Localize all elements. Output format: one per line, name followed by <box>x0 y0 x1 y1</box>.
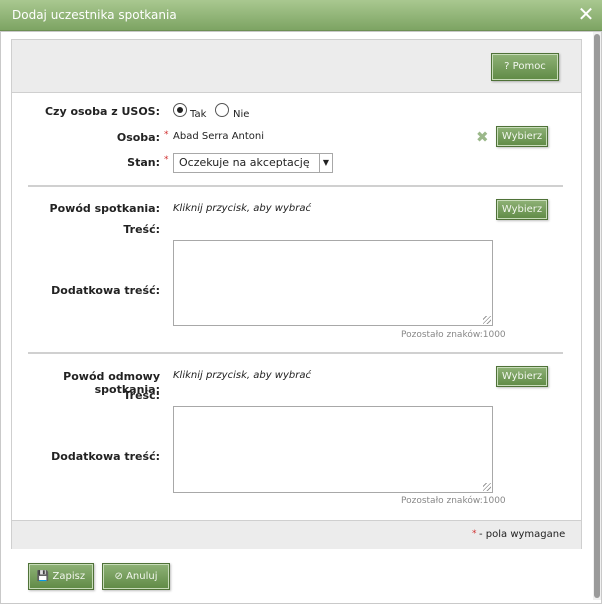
help-button[interactable]: ? Pomoc <box>491 53 559 81</box>
reason-hint: Kliknij przycisk, aby wybrać <box>173 203 311 214</box>
cancel-icon: ⊘ <box>114 571 123 582</box>
state-label: Stan: <box>127 156 160 169</box>
clear-person-icon[interactable]: ✖ <box>476 130 489 145</box>
close-icon[interactable]: ✕ <box>576 4 596 24</box>
state-select-value: Oczekuje na akceptację <box>179 156 310 169</box>
resize-grip-icon[interactable] <box>483 483 491 491</box>
save-icon: 💾 <box>36 571 50 582</box>
choose-reason-button[interactable]: Wybierz <box>496 199 548 220</box>
dialog-scrollbar[interactable] <box>593 32 601 600</box>
cancel-button-label: Anuluj <box>126 571 158 582</box>
required-note-bar: * - pola wymagane <box>12 520 581 549</box>
save-button-label: Zapisz <box>52 571 86 582</box>
reason-extra-label: Dodatkowa treść: <box>51 284 160 297</box>
resize-grip-icon[interactable] <box>483 316 491 324</box>
section-divider-2 <box>28 352 563 354</box>
choose-reason-label: Wybierz <box>501 204 543 215</box>
reason-extra-textarea[interactable] <box>173 240 493 326</box>
cancel-button[interactable]: ⊘ Anuluj <box>102 563 170 590</box>
person-value: Abad Serra Antoni <box>173 131 265 142</box>
choose-person-label: Wybierz <box>501 131 543 142</box>
person-label: Osoba: <box>116 131 160 144</box>
section-divider-1 <box>28 185 563 187</box>
usos-yes-label: Tak <box>190 109 207 120</box>
usos-no-radio[interactable] <box>215 103 229 117</box>
usos-label: Czy osoba z USOS: <box>44 105 160 118</box>
reason-char-counter: Pozostało znaków:1000 <box>401 330 506 340</box>
state-required: * <box>164 155 169 165</box>
dialog-title: Dodaj uczestnika spotkania <box>12 8 177 22</box>
choose-refusal-label: Wybierz <box>501 371 543 382</box>
refusal-content-label: Treść: <box>123 389 160 402</box>
save-button[interactable]: 💾 Zapisz <box>28 563 94 590</box>
state-select[interactable]: Oczekuje na akceptację ▼ <box>173 153 333 173</box>
refusal-hint: Kliknij przycisk, aby wybrać <box>173 370 311 381</box>
usos-yes-radio[interactable] <box>173 103 187 117</box>
usos-no-label: Nie <box>233 109 250 120</box>
chevron-down-icon[interactable]: ▼ <box>319 154 332 172</box>
refusal-extra-label: Dodatkowa treść: <box>51 450 160 463</box>
required-asterisk: * <box>472 529 477 539</box>
person-required: * <box>164 130 169 140</box>
choose-person-button[interactable]: Wybierz <box>496 126 548 147</box>
refusal-char-counter: Pozostało znaków:1000 <box>401 496 506 506</box>
scrollbar-thumb[interactable] <box>594 34 600 598</box>
panel-toolbar: ? Pomoc <box>12 40 581 93</box>
reason-label: Powód spotkania: <box>49 202 160 215</box>
reason-content-label: Treść: <box>123 223 160 236</box>
choose-refusal-button[interactable]: Wybierz <box>496 366 548 387</box>
refusal-extra-textarea[interactable] <box>173 406 493 493</box>
help-button-label: ? Pomoc <box>504 61 546 72</box>
dialog-titlebar: Dodaj uczestnika spotkania ✕ <box>0 0 602 31</box>
required-note: - pola wymagane <box>479 529 566 540</box>
